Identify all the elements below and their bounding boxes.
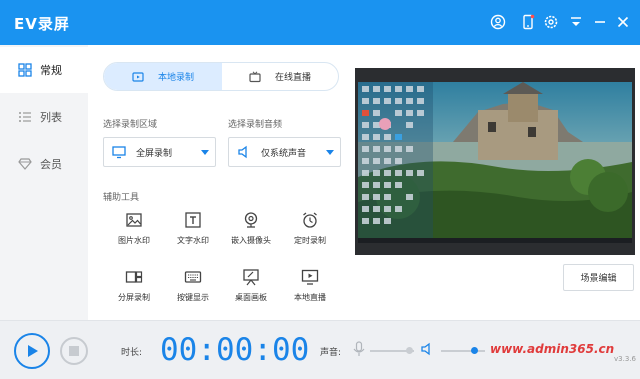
screen-preview bbox=[355, 68, 635, 255]
mode-tabs: 本地录制 在线直播 bbox=[103, 62, 339, 91]
minimize-icon[interactable] bbox=[592, 14, 608, 30]
tool-label: 定时录制 bbox=[294, 236, 326, 245]
stop-icon bbox=[69, 346, 79, 356]
chevron-down-icon bbox=[201, 150, 209, 155]
duration-label: 时长: bbox=[121, 348, 143, 358]
tools-label: 辅助工具 bbox=[103, 193, 140, 203]
tab-local-record-label: 本地录制 bbox=[157, 73, 194, 83]
diamond-icon bbox=[18, 157, 32, 171]
tool-label: 分屏录制 bbox=[118, 293, 150, 302]
sidebar-item-general[interactable]: 常规 bbox=[0, 47, 88, 93]
chevron-down-icon bbox=[326, 150, 334, 155]
tool-webcam[interactable]: 嵌入摄像头 bbox=[221, 211, 281, 255]
bottom-bar: 时长: 00:00:00 声音: www.admin365.cn v3.3.6 bbox=[0, 320, 640, 379]
tool-label: 桌面画板 bbox=[235, 293, 267, 302]
user-icon[interactable] bbox=[490, 14, 506, 30]
speaker-volume-slider[interactable] bbox=[441, 350, 485, 352]
tv-icon bbox=[249, 70, 261, 82]
audio-select[interactable]: 仅系统声音 bbox=[228, 137, 341, 167]
area-select[interactable]: 全屏录制 bbox=[103, 137, 216, 167]
image-icon bbox=[126, 213, 142, 227]
area-value: 全屏录制 bbox=[136, 148, 173, 159]
play-icon bbox=[28, 345, 38, 357]
keyboard-icon bbox=[184, 271, 202, 283]
tool-label: 嵌入摄像头 bbox=[231, 236, 271, 245]
scene-edit-button[interactable]: 场景编辑 bbox=[563, 264, 634, 291]
desktop-preview-image bbox=[358, 82, 632, 240]
sidebar-item-label: 列表 bbox=[40, 111, 62, 124]
tool-key-display[interactable]: 按键显示 bbox=[163, 268, 223, 312]
sidebar-item-member[interactable]: 会员 bbox=[0, 141, 88, 187]
speaker-icon[interactable] bbox=[420, 342, 434, 356]
volume-label: 声音: bbox=[320, 348, 342, 358]
version-label: v3.3.6 bbox=[614, 355, 636, 363]
audio-value: 仅系统声音 bbox=[261, 148, 307, 159]
tool-desktop-board[interactable]: 桌面画板 bbox=[221, 268, 281, 312]
tab-live-stream-label: 在线直播 bbox=[274, 73, 311, 83]
audio-label: 选择录制音频 bbox=[228, 120, 283, 130]
sidebar: 常规 列表 会员 bbox=[0, 45, 88, 320]
webcam-icon bbox=[244, 212, 258, 228]
tool-text-watermark[interactable]: 文字水印 bbox=[163, 211, 223, 255]
sidebar-item-label: 会员 bbox=[40, 158, 62, 171]
tab-local-record[interactable]: 本地录制 bbox=[104, 63, 222, 90]
split-screen-icon bbox=[125, 271, 143, 283]
speaker-icon bbox=[238, 145, 247, 159]
settings-icon[interactable] bbox=[543, 14, 559, 30]
tool-label: 本地直播 bbox=[294, 293, 326, 302]
microphone-icon[interactable] bbox=[352, 341, 366, 357]
tool-label: 图片水印 bbox=[118, 236, 150, 245]
tool-image-watermark[interactable]: 图片水印 bbox=[104, 211, 164, 255]
speaker-volume-knob[interactable] bbox=[470, 347, 478, 354]
tool-label: 文字水印 bbox=[177, 236, 209, 245]
dropdown-icon[interactable] bbox=[568, 14, 584, 30]
site-watermark: www.admin365.cn bbox=[490, 342, 615, 356]
monitor-play-icon bbox=[301, 269, 319, 285]
mic-volume-knob[interactable] bbox=[406, 347, 414, 354]
tool-scheduled-record[interactable]: 定时录制 bbox=[280, 211, 340, 255]
list-icon bbox=[18, 110, 32, 124]
monitor-icon bbox=[112, 146, 126, 159]
easel-icon bbox=[243, 269, 259, 286]
app-title: EV录屏 bbox=[14, 15, 70, 33]
sidebar-item-list[interactable]: 列表 bbox=[0, 94, 88, 140]
close-icon[interactable] bbox=[615, 14, 631, 30]
sidebar-item-label: 常规 bbox=[40, 64, 62, 77]
video-icon bbox=[132, 71, 144, 82]
record-start-button[interactable] bbox=[14, 333, 50, 369]
text-icon bbox=[185, 212, 201, 228]
duration-value: 00:00:00 bbox=[160, 332, 310, 368]
phone-icon[interactable] bbox=[520, 14, 536, 30]
alarm-icon bbox=[303, 212, 317, 228]
tool-local-live[interactable]: 本地直播 bbox=[280, 268, 340, 312]
grid-icon bbox=[18, 63, 32, 77]
preview-taskbar bbox=[358, 238, 632, 243]
title-bar: EV录屏 bbox=[0, 0, 640, 45]
tab-live-stream[interactable]: 在线直播 bbox=[222, 63, 338, 90]
record-stop-button[interactable] bbox=[60, 337, 88, 365]
tool-label: 按键显示 bbox=[177, 293, 209, 302]
area-label: 选择录制区域 bbox=[103, 120, 158, 130]
tool-split-screen[interactable]: 分屏录制 bbox=[104, 268, 164, 312]
